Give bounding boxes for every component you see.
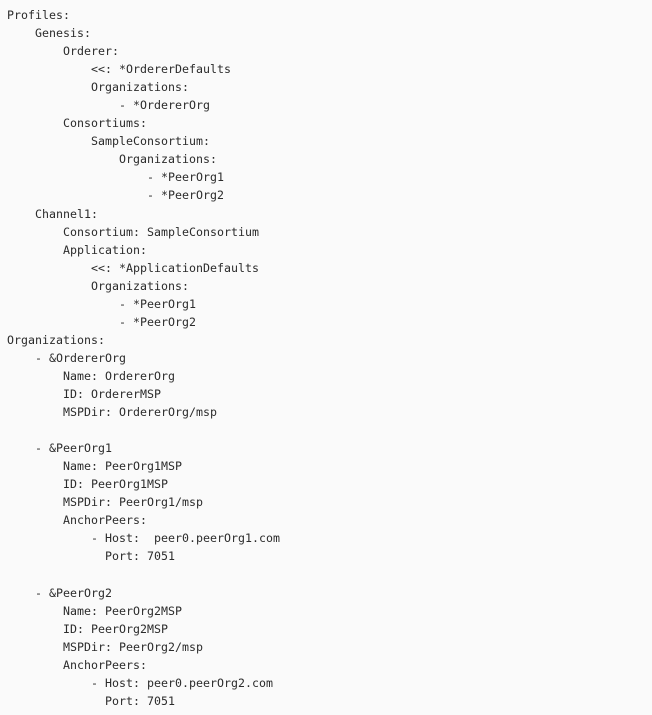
code-line: <<: *OrdererDefaults xyxy=(7,62,232,77)
code-line: - *PeerOrg2 xyxy=(7,314,197,329)
code-line: - *PeerOrg1 xyxy=(7,296,197,311)
code-line: Genesis: xyxy=(7,26,92,41)
code-line: AnchorPeers: xyxy=(7,657,148,672)
code-line: - *OrdererOrg xyxy=(7,98,211,113)
code-line: - Host: peer0.peerOrg2.com xyxy=(7,675,274,690)
code-line: MSPDir: PeerOrg2/msp xyxy=(7,639,204,654)
code-line: Profiles: xyxy=(7,8,71,22)
code-line: - Host: peer0.peerOrg1.com xyxy=(7,531,281,546)
code-line: Port: 7051 xyxy=(7,549,176,564)
code-line: MSPDir: OrdererOrg/msp xyxy=(7,405,218,420)
code-line: - *PeerOrg2 xyxy=(7,188,225,203)
code-line: - &OrdererOrg xyxy=(7,350,127,365)
code-line: MSPDir: PeerOrg1/msp xyxy=(7,495,204,510)
code-line: Application: xyxy=(7,242,148,257)
code-line: Name: PeerOrg1MSP xyxy=(7,459,183,474)
yaml-document[interactable]: Profiles: Genesis: Orderer: <<: *Orderer… xyxy=(0,0,652,715)
code-line: Name: OrdererOrg xyxy=(7,368,176,383)
code-line: Name: PeerOrg2MSP xyxy=(7,603,183,618)
code-line: Orderer: xyxy=(7,44,120,59)
code-line: Organizations: xyxy=(7,80,190,95)
code-line: - &PeerOrg1 xyxy=(7,441,113,456)
code-line: Organizations: xyxy=(7,332,106,347)
code-line: - *PeerOrg1 xyxy=(7,170,225,185)
code-line: Consortium: SampleConsortium xyxy=(7,224,260,239)
code-line: ID: PeerOrg1MSP xyxy=(7,477,169,492)
code-line: ID: OrdererMSP xyxy=(7,386,162,401)
code-line: Port: 7051 xyxy=(7,693,176,708)
code-line: Organizations: xyxy=(7,152,218,167)
code-line: ID: PeerOrg2MSP xyxy=(7,621,169,636)
code-line: <<: *ApplicationDefaults xyxy=(7,260,260,275)
code-line: SampleConsortium: xyxy=(7,134,211,149)
code-line: AnchorPeers: xyxy=(7,513,148,528)
code-line: Channel1: xyxy=(7,206,99,221)
code-line: Organizations: xyxy=(7,278,190,293)
code-line: - &PeerOrg2 xyxy=(7,585,113,600)
code-line: Consortiums: xyxy=(7,116,148,131)
